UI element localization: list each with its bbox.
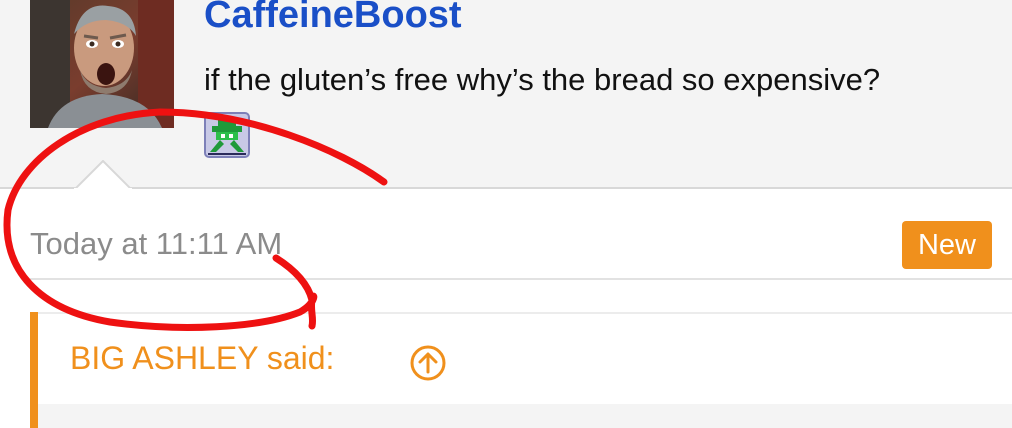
new-badge: New (902, 221, 992, 269)
meta-divider (30, 278, 1012, 280)
green-space-invader-icon (204, 112, 250, 158)
circle-arrow-up-icon[interactable] (409, 344, 447, 382)
header-divider (0, 187, 1012, 189)
quote-author-link[interactable]: BIG ASHLEY said: (70, 340, 334, 377)
avatar[interactable] (30, 0, 174, 128)
quote-accent-bar (30, 312, 38, 428)
user-title: if the gluten’s free why’s the bread so … (204, 62, 881, 97)
post-timestamp-link[interactable]: Today at 11:11 AM (30, 226, 282, 262)
quote-body (38, 404, 1012, 428)
username-link[interactable]: CaffeineBoost (204, 0, 462, 37)
message-pointer-arrow (74, 160, 132, 192)
